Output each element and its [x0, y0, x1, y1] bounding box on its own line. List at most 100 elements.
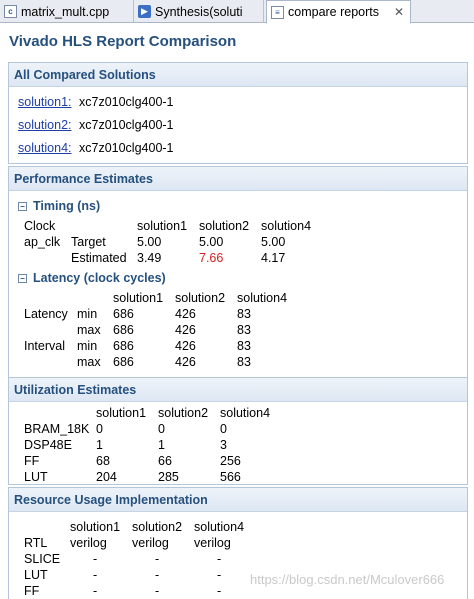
report-content: Vivado HLS Report Comparison All Compare…: [0, 24, 474, 599]
section-body: − Timing (ns) Clock solution1 solution2 …: [9, 191, 467, 397]
cell: 204: [96, 470, 117, 484]
col-header: solution4: [194, 520, 245, 534]
cell: 4.17: [261, 251, 286, 265]
cell: -: [217, 552, 222, 566]
compared-solutions-section: All Compared Solutions solution1: xc7z01…: [8, 62, 468, 164]
row-label: FF: [24, 584, 40, 598]
timing-title: Timing (ns): [33, 199, 101, 213]
cell: -: [155, 552, 160, 566]
section-header[interactable]: Utilization Estimates: [9, 378, 467, 402]
editor-tab-bar: c matrix_mult.cpp ▶ Synthesis(soluti ≡ c…: [0, 0, 474, 24]
cell: 0: [96, 422, 103, 436]
tab-synthesis[interactable]: ▶ Synthesis(soluti: [134, 0, 264, 23]
cell: 66: [158, 454, 172, 468]
solution2-link[interactable]: solution2:: [18, 118, 72, 132]
section-header[interactable]: Performance Estimates: [9, 167, 467, 191]
compare-icon: ≡: [271, 5, 284, 19]
section-header[interactable]: All Compared Solutions: [9, 63, 467, 87]
cell: 285: [158, 470, 179, 484]
cell: 686: [113, 323, 134, 337]
latency-subsection-toggle[interactable]: − Latency (clock cycles): [18, 271, 166, 285]
cell: 68: [96, 454, 110, 468]
solution4-part: xc7z010clg400-1: [79, 141, 174, 155]
cell: 566: [220, 470, 241, 484]
solution1-link[interactable]: solution1:: [18, 95, 72, 109]
cpp-file-icon: c: [4, 5, 17, 18]
tab-matrix-mult-cpp[interactable]: c matrix_mult.cpp: [0, 0, 134, 23]
row-label: LUT: [24, 470, 48, 484]
cell: 5.00: [199, 235, 224, 249]
cell: 686: [113, 339, 134, 353]
solution4-link[interactable]: solution4:: [18, 141, 72, 155]
col-header: solution4: [261, 219, 312, 233]
latency-title: Latency (clock cycles): [33, 271, 166, 285]
tab-compare-reports[interactable]: ≡ compare reports ✕: [266, 0, 411, 24]
cell: -: [155, 568, 160, 582]
cell: 1: [96, 438, 103, 452]
cell: -: [93, 584, 98, 598]
tab-label: Synthesis(soluti: [155, 4, 243, 19]
cell: 426: [175, 339, 196, 353]
col-header: solution1: [113, 291, 164, 305]
collapse-icon[interactable]: −: [18, 201, 27, 211]
row-label: LUT: [24, 568, 48, 582]
close-icon[interactable]: ✕: [394, 5, 404, 19]
cell: verilog: [194, 536, 231, 550]
col-header: solution1: [96, 406, 147, 420]
cell: verilog: [132, 536, 169, 550]
cell: 5.00: [137, 235, 162, 249]
cell: -: [155, 584, 160, 598]
cell: -: [217, 584, 222, 598]
cell: 426: [175, 323, 196, 337]
cell: 1: [158, 438, 165, 452]
col-header: solution2: [132, 520, 183, 534]
row-label: SLICE: [24, 552, 61, 566]
col-header: solution1: [70, 520, 121, 534]
cell: 426: [175, 355, 196, 369]
solution2-part: xc7z010clg400-1: [79, 118, 174, 132]
cell: -: [217, 568, 222, 582]
cell: 0: [158, 422, 165, 436]
timing-subsection-toggle[interactable]: − Timing (ns): [18, 199, 100, 213]
clock-header: Clock: [24, 219, 56, 233]
section-body: solution1 solution2 solution4 BRAM_18K 0…: [9, 402, 467, 484]
row-label: max: [77, 323, 101, 337]
row-label: min: [77, 307, 98, 321]
row-label: RTL: [24, 536, 48, 550]
utilization-section: Utilization Estimates solution1 solution…: [8, 377, 468, 485]
cell: 426: [175, 307, 196, 321]
collapse-icon[interactable]: −: [18, 273, 27, 283]
cell: 3: [220, 438, 227, 452]
row-label: DSP48E: [24, 438, 72, 452]
section-header[interactable]: Resource Usage Implementation: [9, 488, 467, 512]
solution1-part: xc7z010clg400-1: [79, 95, 174, 109]
cell: 0: [220, 422, 227, 436]
watermark: https://blog.csdn.net/Mculover666: [250, 572, 445, 587]
cell: 686: [113, 355, 134, 369]
cell: 83: [237, 323, 251, 337]
cell: 83: [237, 355, 251, 369]
col-header: solution4: [220, 406, 271, 420]
cell: 686: [113, 307, 134, 321]
page-title: Vivado HLS Report Comparison: [9, 33, 237, 50]
section-body: solution1: xc7z010clg400-1 solution2: xc…: [9, 87, 467, 163]
row-label: max: [77, 355, 101, 369]
cell: 3.49: [137, 251, 162, 265]
tab-label: matrix_mult.cpp: [21, 4, 110, 19]
col-header: solution1: [137, 219, 188, 233]
row-label: FF: [24, 454, 40, 468]
synthesis-icon: ▶: [138, 5, 151, 18]
row-label: min: [77, 339, 98, 353]
cell: verilog: [70, 536, 107, 550]
row-label: BRAM_18K: [24, 422, 90, 436]
cell: 83: [237, 307, 251, 321]
col-header: solution4: [237, 291, 288, 305]
group-label: Latency: [24, 307, 68, 321]
tab-label: compare reports: [288, 5, 380, 19]
performance-section: Performance Estimates − Timing (ns) Cloc…: [8, 166, 468, 398]
cell-timing-violation: 7.66: [199, 251, 224, 265]
clock-name: ap_clk: [24, 235, 61, 249]
row-label: Target: [71, 235, 106, 249]
cell: -: [93, 568, 98, 582]
cell: 256: [220, 454, 241, 468]
